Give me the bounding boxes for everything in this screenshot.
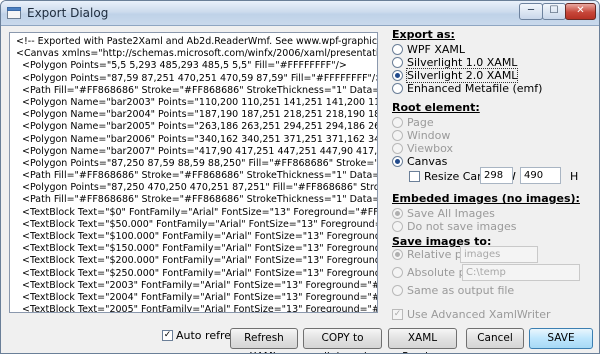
radio-canvas-circle[interactable] [392,156,403,167]
copy-to-clipboard-button[interactable]: COPY to clipboard [303,328,382,353]
title-bar[interactable]: Export Dialog ─ ☐ ✕ [1,1,599,26]
radio-viewbox-label[interactable]: Viewbox [407,142,453,155]
radio-do-not-save-images-circle[interactable] [392,221,403,232]
code-line: <Polygon Points="87,59 87,251 470,251 47… [16,72,378,84]
export-as-heading: Export as: [392,28,455,41]
code-line: <TextBlock Text="$100.000" FontFamily="A… [22,231,377,242]
code-line: <TextBlock Text="$50.000" FontFamily="Ar… [22,218,378,230]
close-button[interactable]: ✕ [565,3,596,20]
radio-viewbox-circle[interactable] [392,143,403,154]
code-line: <TextBlock Text="$150.000" FontFamily="A… [22,243,377,255]
canvas-height-input[interactable]: 298 [480,167,513,184]
code-line: <TextBlock Text="2004" FontFamily="Arial… [22,291,377,303]
radio-silverlight-1-label[interactable]: Silverlight 1.0 XAML [407,56,517,69]
save-button[interactable]: SAVE [529,328,593,349]
radio-wpf-xaml-label[interactable]: WPF XAML [407,43,465,56]
app-icon [7,7,21,19]
advanced-xamlwriter-checkbox[interactable]: ✓ [392,309,403,320]
radio-silverlight-2-circle[interactable] [392,70,403,81]
relative-path-input[interactable]: images [460,246,538,263]
radio-silverlight-2-label[interactable]: Silverlight 2.0 XAML [405,68,519,83]
radio-silverlight-1-circle[interactable] [392,57,403,68]
minimize-button[interactable]: ─ [519,3,543,20]
maximize-button[interactable]: ☐ [542,3,566,20]
absolute-path-input[interactable]: C:\temp [462,264,580,281]
advanced-xamlwriter-label: Use Advanced XamlWriter [407,308,551,321]
xaml-preview-button[interactable]: XAML Preview [388,328,457,353]
code-line: <Polygon Name="bar2005" Points="263,186 … [22,121,377,133]
code-line: <Path Fill="#FF868686" Stroke="#FF868686… [22,170,378,182]
code-line: <Polygon Name="bar2004" Points="187,190 … [22,109,377,121]
code-line: <Path Fill="#FF868686" Stroke="#FF868686… [22,194,378,206]
auto-refresh-checkbox[interactable]: ✓ [162,330,173,341]
radio-relative-path-circle[interactable] [392,249,403,260]
code-line: <Polygon Name="bar2003" Points="110,200 … [22,96,377,108]
radio-page-circle[interactable] [392,117,403,128]
export-dialog-window: Export Dialog ─ ☐ ✕ <!-- Exported with P… [0,0,600,354]
canvas-width-input[interactable]: 490 [520,167,561,184]
code-line: <TextBlock Text="2003" FontFamily="Arial… [22,279,377,291]
code-line: <TextBlock Text="$200.000" FontFamily="A… [22,255,377,267]
code-line: <TextBlock Text="2005" FontFamily="Arial… [22,304,377,313]
code-line: <TextBlock Text="$0" FontFamily="Arial" … [22,206,377,218]
radio-same-as-output-circle[interactable] [392,285,403,296]
radio-save-all-images-label[interactable]: Save All Images [407,207,495,220]
radio-window-circle[interactable] [392,130,403,141]
refresh-xaml-button[interactable]: Refresh XAML [230,328,298,353]
radio-do-not-save-images-label[interactable]: Do not save images [407,220,516,233]
code-line: <Polygon Points="5,5 5,293 485,293 485,5… [16,60,347,72]
radio-window-label[interactable]: Window [407,129,450,142]
code-line: <Canvas xmlns="http://schemas.microsoft.… [16,48,378,60]
radio-wpf-xaml-circle[interactable] [392,44,403,55]
radio-page-label[interactable]: Page [407,116,434,129]
root-element-heading: Root element: [392,101,480,114]
code-line: <Polygon Name="bar2006" Points="340,162 … [22,133,377,145]
window-title: Export Dialog [27,6,109,20]
cancel-button[interactable]: Cancel [466,328,524,349]
code-line: <Polygon Name="bar2007" Points="417,90 4… [22,145,378,157]
radio-save-all-images-circle[interactable] [392,208,403,219]
radio-absolute-path-circle[interactable] [392,267,403,278]
code-line: <Polygon Points="87,250 87,59 88,59 88,2… [22,157,377,169]
code-line: <TextBlock Text="$250.000" FontFamily="A… [22,267,377,279]
resize-canvas-checkbox[interactable] [409,171,420,182]
radio-canvas-label[interactable]: Canvas [407,155,447,168]
code-line: <Path Fill="#FF868686" Stroke="#FF868686… [22,84,378,96]
xaml-code-lines: <!-- Exported with Paste2Xaml and Ab2d.R… [16,36,378,313]
code-line: <!-- Exported with Paste2Xaml and Ab2d.R… [16,36,378,47]
xaml-output-textbox[interactable]: <!-- Exported with Paste2Xaml and Ab2d.R… [9,32,378,313]
radio-same-as-output-label[interactable]: Same as output file [407,284,514,297]
radio-emf-label[interactable]: Enhanced Metafile (emf) [407,82,542,95]
embedded-images-heading: Embeded images (no images): [392,192,580,205]
radio-emf-circle[interactable] [392,83,403,94]
code-line: <Polygon Points="87,250 470,250 470,251 … [22,182,378,194]
height-label: H [570,170,579,183]
